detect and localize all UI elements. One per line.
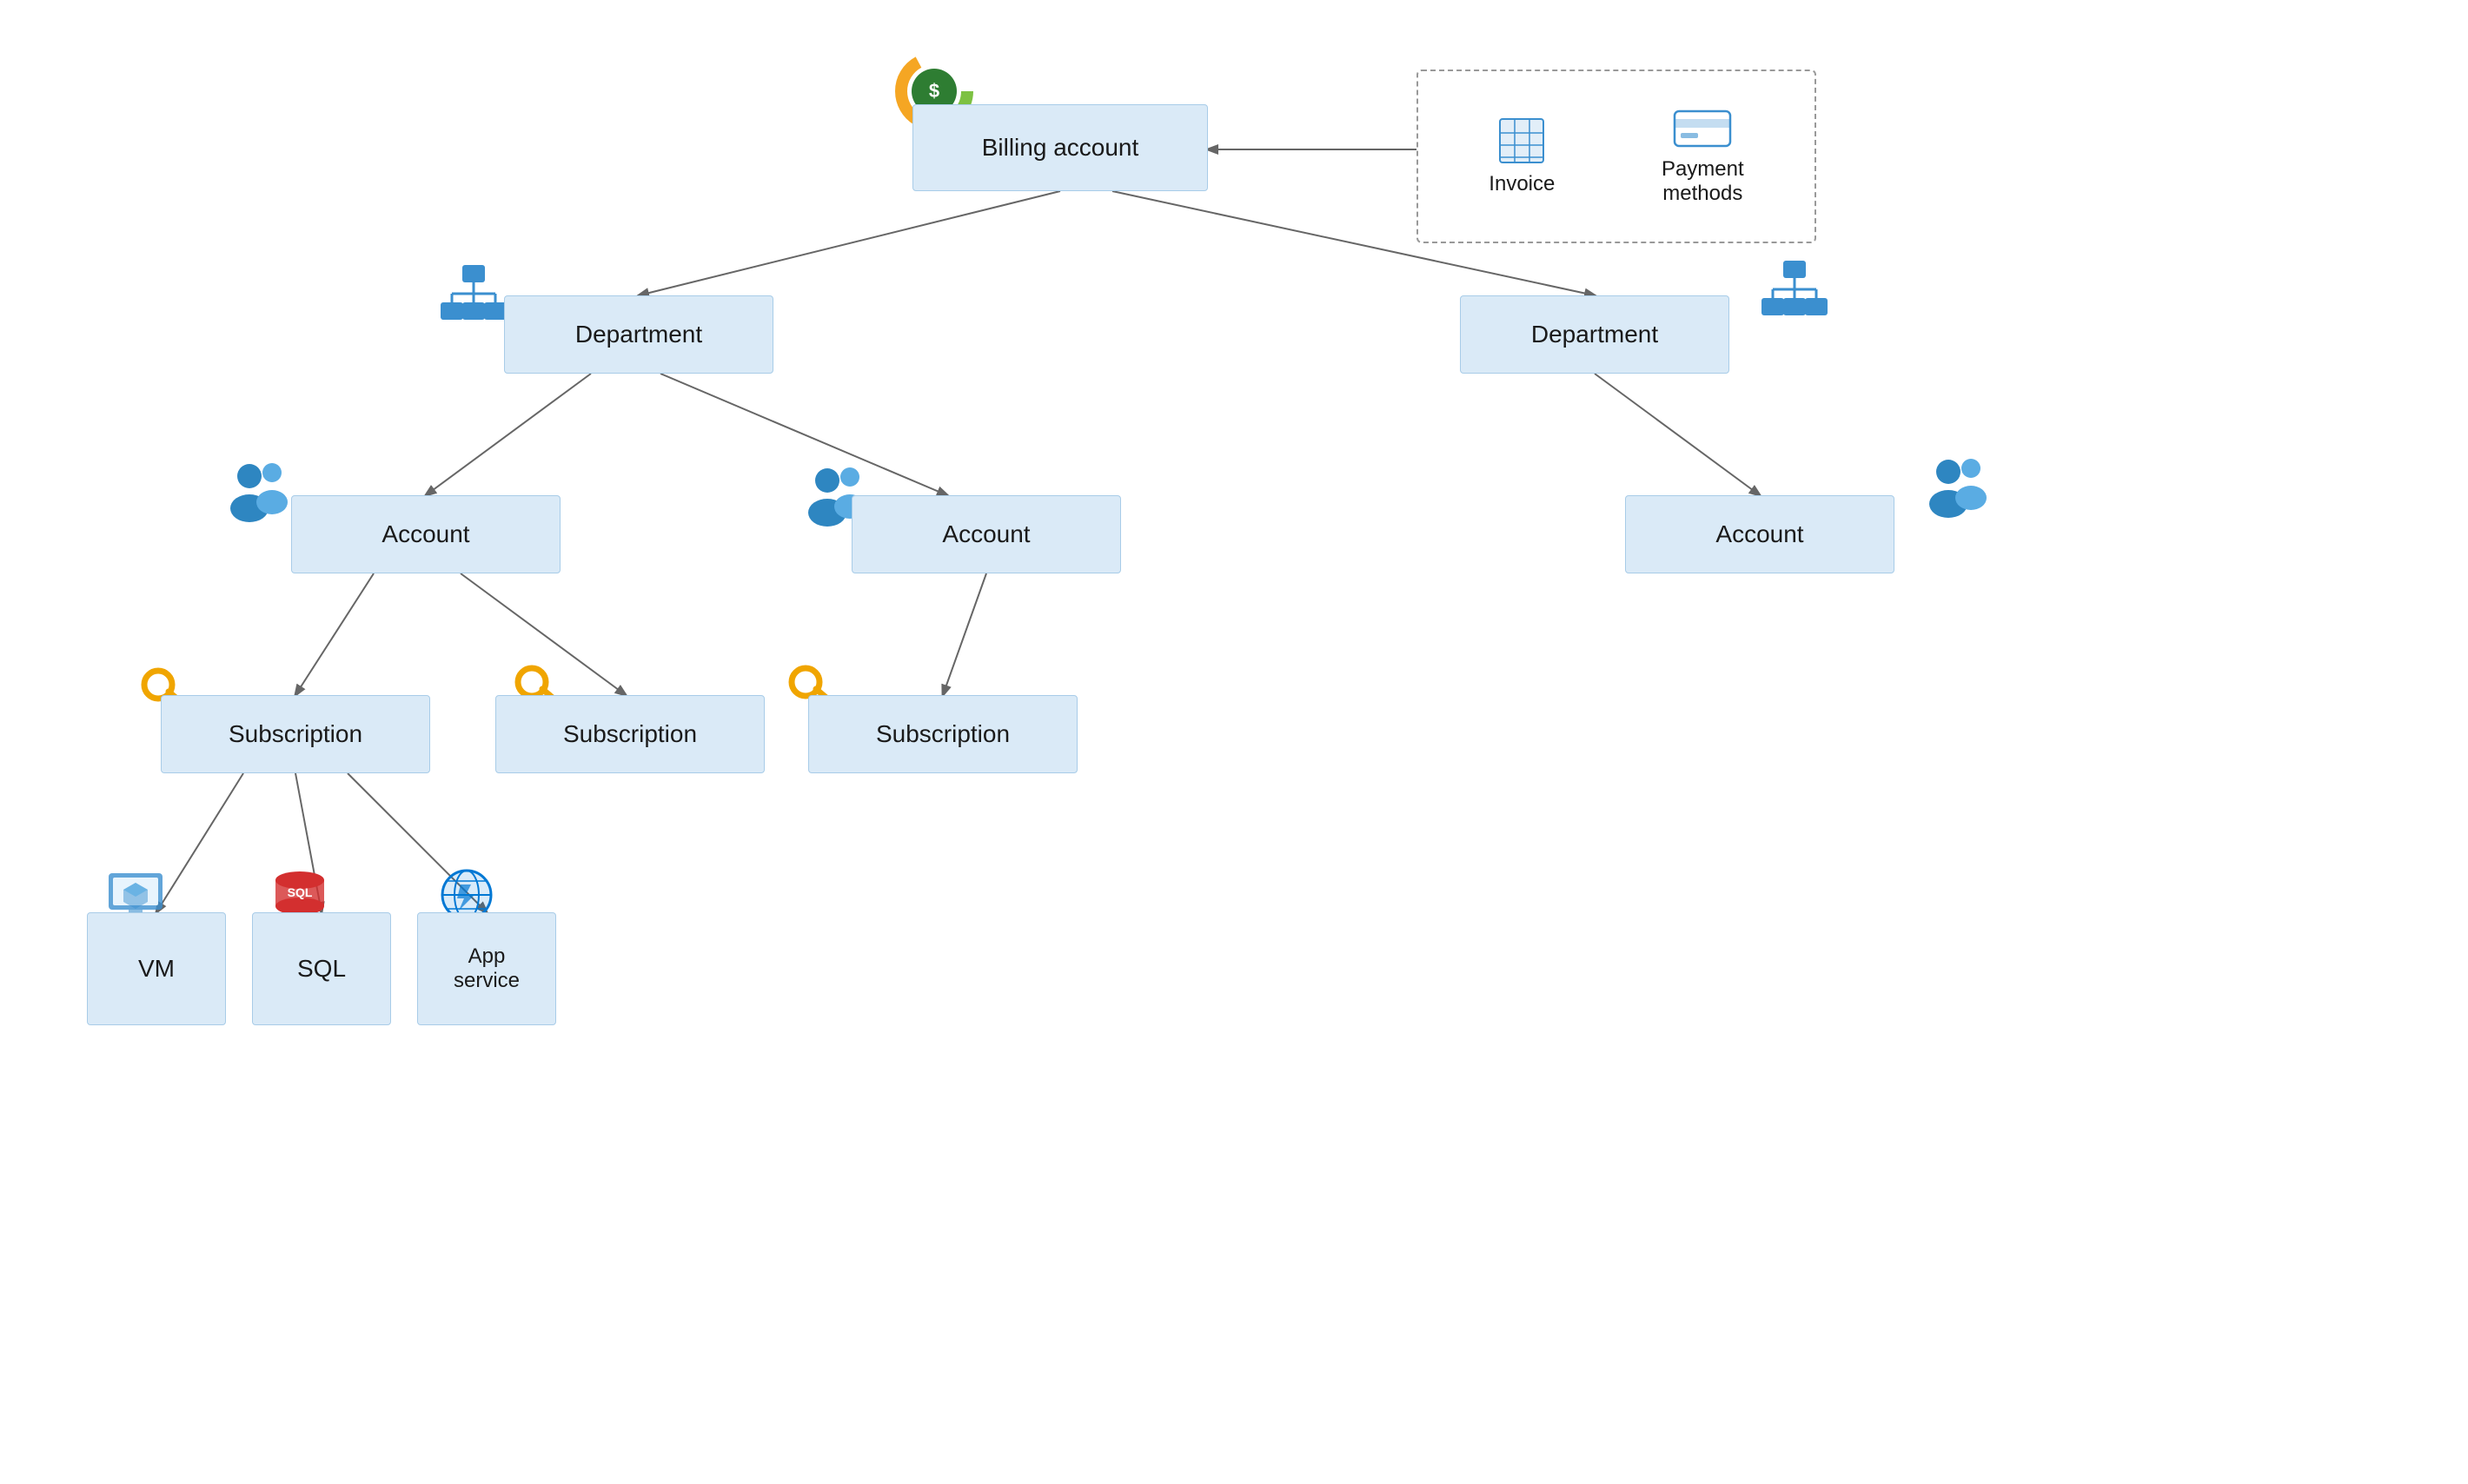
subscription-node-1: Subscription	[161, 695, 430, 773]
subscription-label-1: Subscription	[229, 720, 362, 748]
department-icon-2	[1755, 256, 1834, 339]
app-service-label: App service	[454, 944, 520, 993]
account-node-3: Account	[1625, 495, 1894, 573]
app-service-node: App service	[417, 912, 556, 1025]
sql-label: SQL	[297, 955, 346, 983]
department-node-2: Department	[1460, 295, 1729, 374]
department-icon-1	[435, 261, 513, 343]
department-label-2: Department	[1531, 321, 1658, 348]
payment-methods-label: Payment methods	[1662, 157, 1744, 206]
account-label-3: Account	[1715, 520, 1803, 548]
sql-node: SQL	[252, 912, 391, 1025]
department-label-1: Department	[575, 321, 702, 348]
vm-node: VM	[87, 912, 226, 1025]
account-label-1: Account	[381, 520, 469, 548]
department-node-1: Department	[504, 295, 773, 374]
subscription-label-3: Subscription	[876, 720, 1010, 748]
subscription-label-2: Subscription	[563, 720, 697, 748]
billing-account-label: Billing account	[982, 134, 1139, 162]
diagram-container: $ Billing account Invoice	[0, 0, 2468, 1484]
subscription-node-2: Subscription	[495, 695, 765, 773]
vm-label: VM	[138, 955, 175, 983]
payment-methods-item: Payment methods	[1662, 107, 1744, 206]
svg-text:$: $	[929, 80, 939, 102]
account-label-2: Account	[942, 520, 1030, 548]
invoice-box: Invoice Payment methods	[1416, 70, 1816, 243]
account-node-1: Account	[291, 495, 561, 573]
invoice-label: Invoice	[1489, 172, 1555, 196]
person-icon-3	[1921, 456, 2003, 530]
billing-account-node: Billing account	[912, 104, 1208, 191]
subscription-node-3: Subscription	[808, 695, 1078, 773]
invoice-item: Invoice	[1489, 117, 1555, 196]
svg-text:SQL: SQL	[288, 885, 313, 899]
account-node-2: Account	[852, 495, 1121, 573]
